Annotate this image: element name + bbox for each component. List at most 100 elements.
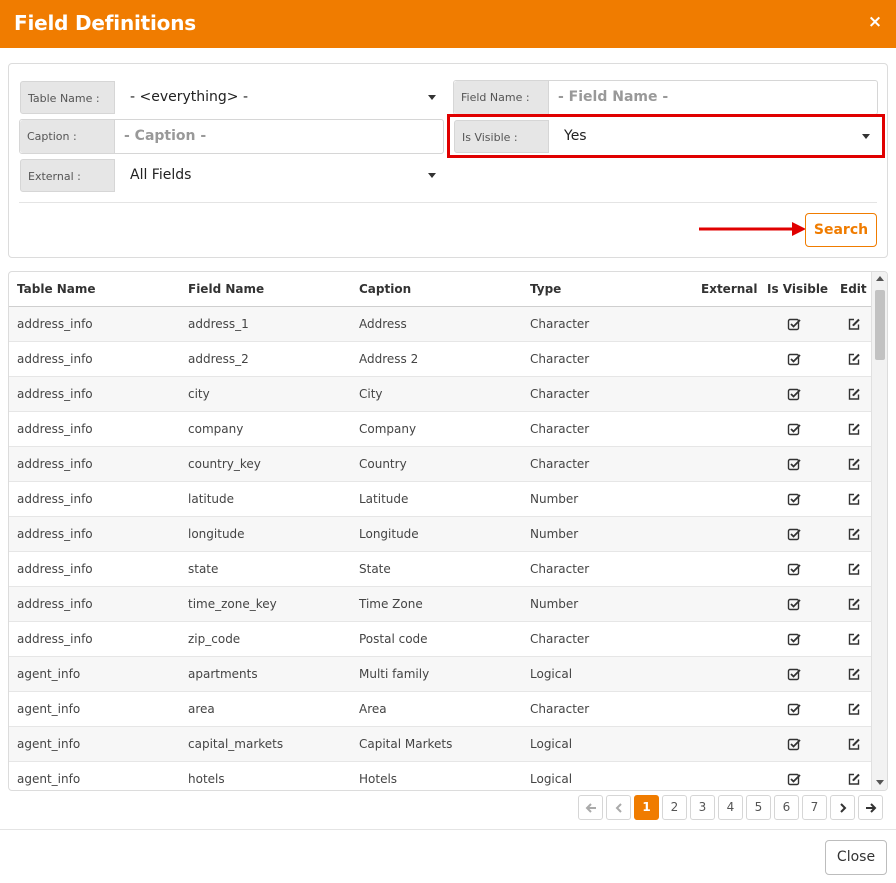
page-button[interactable]: 4: [718, 795, 743, 820]
external-label: External :: [20, 159, 115, 192]
external-select[interactable]: External : All Fields: [19, 158, 444, 193]
edit-icon[interactable]: [847, 632, 861, 646]
cell-caption: Longitude: [359, 527, 419, 541]
cell-caption: Address 2: [359, 352, 419, 366]
caption-input[interactable]: Caption : - Caption -: [19, 119, 444, 154]
field-name-label: Field Name :: [454, 81, 549, 114]
cell-type: Logical: [530, 772, 573, 786]
cell-table-name: address_info: [17, 492, 93, 506]
col-header-is-visible[interactable]: Is Visible: [767, 272, 828, 307]
cell-caption: Address: [359, 317, 407, 331]
table-row[interactable]: address_info state State Character: [9, 552, 872, 587]
cell-field-name: area: [188, 702, 215, 716]
table-row[interactable]: address_info country_key Country Character: [9, 447, 872, 482]
checked-checkbox-icon: [787, 528, 801, 541]
table-row[interactable]: address_info address_2 Address 2 Character: [9, 342, 872, 377]
caption-label: Caption :: [20, 120, 115, 153]
scroll-down-icon[interactable]: [876, 780, 884, 785]
table-row[interactable]: address_info city City Character: [9, 377, 872, 412]
search-button[interactable]: Search: [805, 213, 877, 247]
cell-caption: Area: [359, 702, 387, 716]
page-button[interactable]: 7: [802, 795, 827, 820]
table-row[interactable]: address_info latitude Latitude Number: [9, 482, 872, 517]
checked-checkbox-icon: [787, 388, 801, 401]
page-button[interactable]: 6: [774, 795, 799, 820]
cell-type: Number: [530, 597, 579, 611]
cell-type: Logical: [530, 737, 573, 751]
field-definitions-dialog: Field Definitions × Table Name : - <ever…: [0, 0, 896, 883]
edit-icon[interactable]: [847, 387, 861, 401]
edit-icon[interactable]: [847, 702, 861, 716]
table-header: Table Name Field Name Caption Type Exter…: [9, 272, 872, 307]
scroll-thumb[interactable]: [875, 290, 885, 360]
checked-checkbox-icon: [787, 423, 801, 436]
edit-icon[interactable]: [847, 457, 861, 471]
cell-table-name: address_info: [17, 317, 93, 331]
footer-divider: [0, 829, 896, 830]
checked-checkbox-icon: [787, 563, 801, 576]
table-scrollbar[interactable]: [871, 272, 887, 790]
edit-icon[interactable]: [847, 772, 861, 786]
table-row[interactable]: address_info address_1 Address Character: [9, 307, 872, 342]
cell-caption: Capital Markets: [359, 737, 453, 751]
cell-table-name: agent_info: [17, 737, 81, 751]
cell-type: Character: [530, 702, 590, 716]
cell-field-name: apartments: [188, 667, 258, 681]
cell-type: Character: [530, 422, 590, 436]
cell-table-name: agent_info: [17, 702, 81, 716]
field-name-placeholder: - Field Name -: [558, 89, 669, 105]
cell-type: Character: [530, 632, 590, 646]
col-header-caption[interactable]: Caption: [359, 272, 411, 307]
cell-type: Character: [530, 562, 590, 576]
col-header-field-name[interactable]: Field Name: [188, 272, 264, 307]
cell-field-name: time_zone_key: [188, 597, 277, 611]
page-button[interactable]: 3: [690, 795, 715, 820]
table-row[interactable]: agent_info apartments Multi family Logical: [9, 657, 872, 692]
table-row[interactable]: address_info time_zone_key Time Zone Number: [9, 587, 872, 622]
close-button[interactable]: Close: [825, 840, 887, 875]
page-button[interactable]: 2: [662, 795, 687, 820]
table-row[interactable]: agent_info hotels Hotels Logical: [9, 762, 872, 790]
edit-icon[interactable]: [847, 597, 861, 611]
edit-icon[interactable]: [847, 352, 861, 366]
close-icon[interactable]: ×: [866, 13, 884, 31]
prev-page-chevron-icon[interactable]: [606, 795, 631, 820]
dialog-header: Field Definitions ×: [0, 0, 896, 48]
filter-panel: Table Name : - <everything> - Field Name…: [8, 63, 888, 258]
table-row[interactable]: address_info zip_code Postal code Character: [9, 622, 872, 657]
cell-type: Character: [530, 387, 590, 401]
table-name-select[interactable]: Table Name : - <everything> -: [19, 80, 444, 115]
last-page-arrow-icon[interactable]: [858, 795, 883, 820]
field-name-input[interactable]: Field Name : - Field Name -: [453, 80, 878, 115]
cell-field-name: address_1: [188, 317, 249, 331]
first-page-arrow-icon[interactable]: [578, 795, 603, 820]
cell-table-name: agent_info: [17, 772, 81, 786]
fields-table: Table Name Field Name Caption Type Exter…: [8, 271, 888, 791]
table-row[interactable]: agent_info area Area Character: [9, 692, 872, 727]
col-header-type[interactable]: Type: [530, 272, 561, 307]
edit-icon[interactable]: [847, 667, 861, 681]
cell-caption: Postal code: [359, 632, 428, 646]
chevron-down-icon: [428, 173, 436, 178]
table-row[interactable]: address_info longitude Longitude Number: [9, 517, 872, 552]
edit-icon[interactable]: [847, 562, 861, 576]
edit-icon[interactable]: [847, 737, 861, 751]
col-header-table-name[interactable]: Table Name: [17, 272, 96, 307]
page-button[interactable]: 1: [634, 795, 659, 820]
edit-icon[interactable]: [847, 527, 861, 541]
filter-divider: [19, 202, 877, 203]
table-row[interactable]: agent_info capital_markets Capital Markets…: [9, 727, 872, 762]
col-header-external[interactable]: External: [701, 272, 757, 307]
table-row[interactable]: address_info company Company Character: [9, 412, 872, 447]
edit-icon[interactable]: [847, 317, 861, 331]
edit-icon[interactable]: [847, 422, 861, 436]
scroll-up-icon[interactable]: [876, 276, 884, 281]
page-button[interactable]: 5: [746, 795, 771, 820]
next-page-chevron-icon[interactable]: [830, 795, 855, 820]
checked-checkbox-icon: [787, 773, 801, 786]
cell-table-name: address_info: [17, 527, 93, 541]
table-name-label: Table Name :: [20, 81, 115, 114]
cell-table-name: address_info: [17, 422, 93, 436]
edit-icon[interactable]: [847, 492, 861, 506]
cell-field-name: hotels: [188, 772, 225, 786]
